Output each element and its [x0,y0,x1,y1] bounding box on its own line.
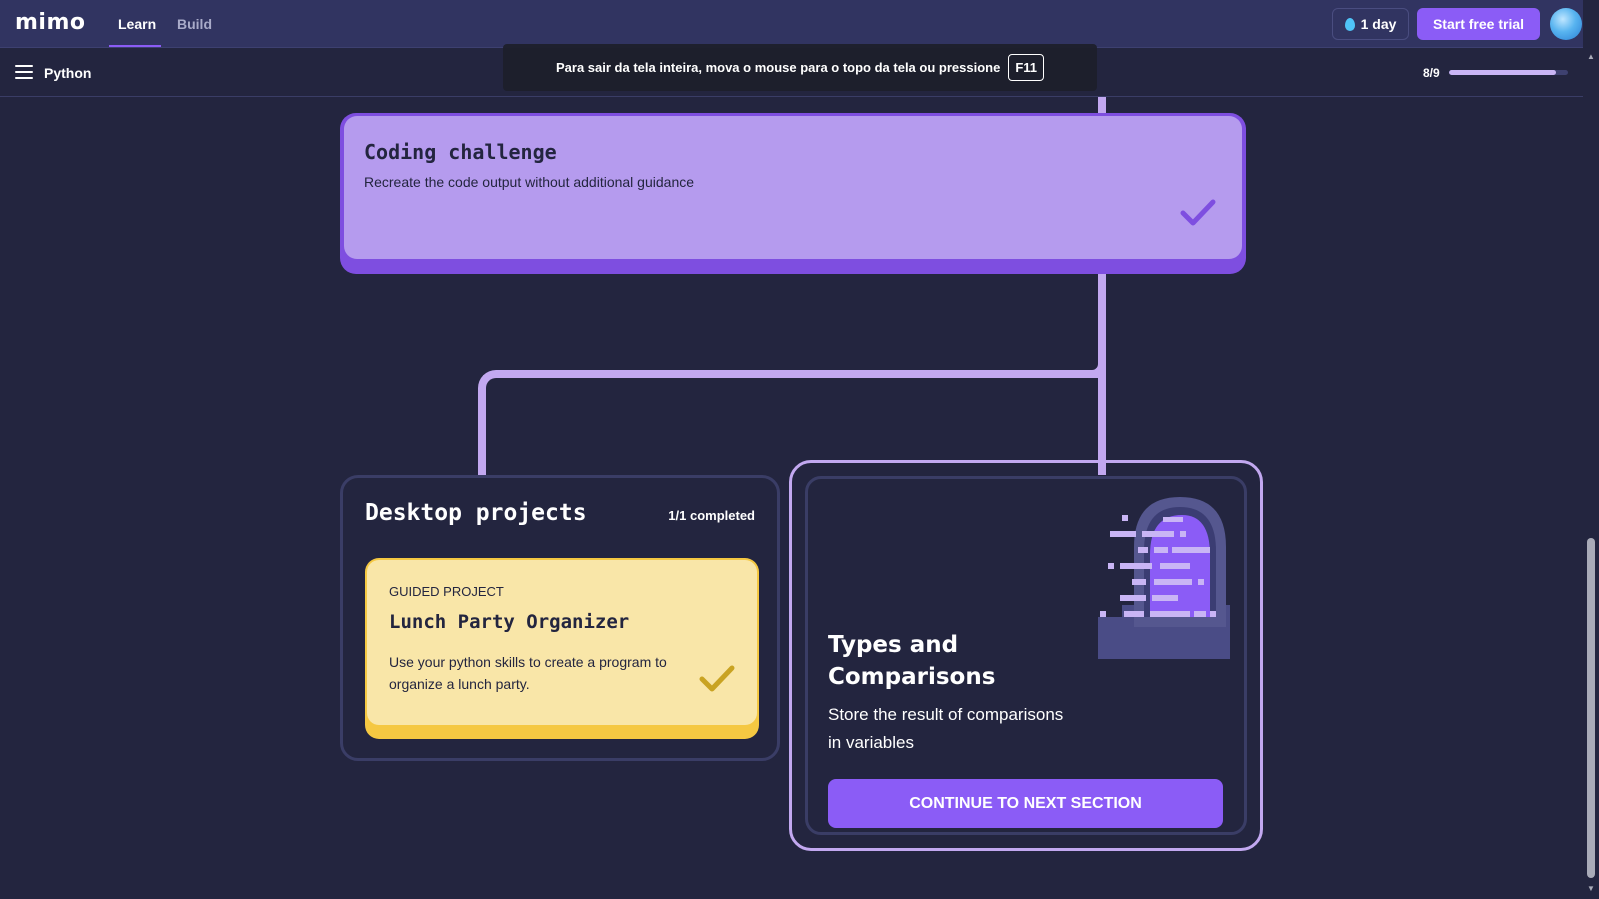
streak-badge[interactable]: 1 day [1332,8,1409,40]
course-title: Python [44,65,92,81]
progress-label: 8/9 [1423,66,1440,80]
scroll-up-icon[interactable]: ▲ [1587,52,1595,61]
tab-build[interactable]: Build [177,16,212,32]
challenge-description: Recreate the code output without additio… [364,174,695,190]
progress-fill [1449,70,1557,75]
streak-label: 1 day [1360,16,1397,32]
coding-challenge-card[interactable]: Coding challenge Recreate the code outpu… [340,113,1246,274]
user-avatar[interactable] [1550,8,1582,40]
next-section-card[interactable]: Types and Comparisons Store the result o… [789,460,1263,851]
active-tab-indicator [109,45,161,47]
projects-count: 1/1 completed [668,508,755,523]
guided-project-title: Lunch Party Organizer [389,611,630,633]
menu-icon[interactable] [15,65,33,79]
start-free-trial-button[interactable]: Start free trial [1417,8,1540,40]
check-icon [1180,199,1216,226]
check-icon [699,665,735,692]
portal-illustration-icon [1098,497,1230,659]
guided-project-card[interactable]: GUIDED PROJECT Lunch Party Organizer Use… [365,558,759,739]
challenge-title: Coding challenge [364,140,557,164]
toast-key: F11 [1008,54,1044,81]
fullscreen-toast: Para sair da tela inteira, mova o mouse … [503,44,1097,91]
scroll-down-icon[interactable]: ▼ [1587,884,1595,893]
tab-learn[interactable]: Learn [118,16,156,32]
scroll-thumb[interactable] [1587,538,1595,878]
guided-project-tag: GUIDED PROJECT [389,584,504,599]
guided-project-description: Use your python skills to create a progr… [389,654,667,692]
streak-drop-icon [1344,17,1355,31]
continue-next-section-button[interactable]: CONTINUE TO NEXT SECTION [828,779,1223,828]
toast-message: Para sair da tela inteira, mova o mouse … [556,60,1001,75]
next-section-description: Store the result of comparisons in varia… [828,705,1064,752]
top-navbar: mimo Learn Build 1 day Start free trial [0,0,1583,48]
mimo-logo[interactable]: mimo [15,10,86,35]
desktop-projects-panel: Desktop projects 1/1 completed GUIDED PR… [340,475,780,761]
scrollbar[interactable]: ▲ ▼ [1583,48,1599,899]
next-section-title: Types and Comparisons [828,632,996,690]
progress-bar [1449,70,1568,75]
